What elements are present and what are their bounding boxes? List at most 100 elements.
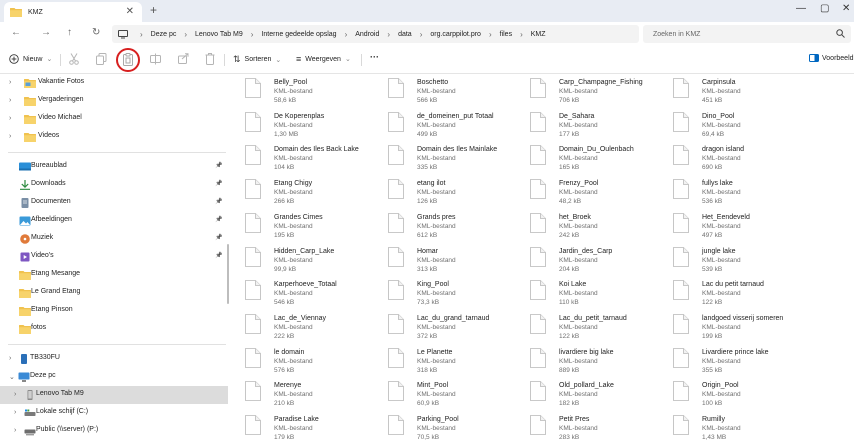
file-item[interactable]: Livardiere prince lake KML-bestand 355 kB [660,346,800,380]
file-item[interactable]: Karperhoeve_Totaal KML-bestand 546 kB [232,278,372,312]
breadcrumb-data[interactable]: data [398,31,412,38]
sidebar-item-videos[interactable]: › Videos [0,128,228,146]
maximize-icon[interactable]: ▢ [820,3,829,14]
file-item[interactable]: livardiere big lake KML-bestand 889 kB [517,346,657,380]
sidebar-item-vakantie-fotos[interactable]: › Vakantie Fotos [0,74,228,92]
preview-button[interactable]: Voorbeeld [809,54,854,62]
file-item[interactable]: le domain KML-bestand 576 kB [232,346,372,380]
sidebar-item-public-server-p[interactable]: › Public (\\server) (P:) [0,422,228,440]
scrollbar[interactable] [227,244,229,304]
sidebar-item-video-michael[interactable]: › Video Michael [0,110,228,128]
new-button[interactable]: Nieuw ⌄ [9,54,52,64]
pin-icon[interactable]: 📌 [215,252,222,259]
file-item[interactable]: Het_Eendeveld KML-bestand 497 kB [660,211,800,245]
file-item[interactable]: Domain_Du_Oulenbach KML-bestand 165 kB [517,143,657,177]
file-item[interactable]: Frenzy_Pool KML-bestand 48,2 kB [517,177,657,211]
file-item[interactable]: Homar KML-bestand 313 kB [375,245,515,279]
address-bar[interactable]: › Deze pc › Lenovo Tab M9 › Interne gede… [112,25,639,43]
file-item[interactable]: Jardin_des_Carp KML-bestand 204 kB [517,245,657,279]
chevron-right-icon[interactable]: › [9,355,11,362]
file-item[interactable]: Rumilly KML-bestand 1,43 MB [660,413,800,445]
sidebar-item-bureaublad[interactable]: Bureaublad 📌 [0,158,228,176]
file-item[interactable]: Grandes Cimes KML-bestand 195 kB [232,211,372,245]
breadcrumb-lenovo-tab[interactable]: Lenovo Tab M9 [195,31,243,38]
file-item[interactable]: fullys lake KML-bestand 536 kB [660,177,800,211]
breadcrumb-files[interactable]: files [500,31,512,38]
chevron-down-icon[interactable]: ⌄ [9,373,15,381]
sidebar-item-etang-pinson[interactable]: Etang Pinson [0,302,228,320]
file-item[interactable]: Lac_de_Viennay KML-bestand 222 kB [232,312,372,346]
file-item[interactable]: King_Pool KML-bestand 73,3 kB [375,278,515,312]
file-item[interactable]: Belly_Pool KML-bestand 58,6 kB [232,76,372,110]
file-item[interactable]: Petit Pres KML-bestand 283 kB [517,413,657,445]
sidebar-item-documenten[interactable]: Documenten 📌 [0,194,228,212]
cut-icon[interactable] [69,53,79,65]
sort-button[interactable]: ⇅ Sorteren ⌄ [233,54,281,65]
sidebar-item-fotos[interactable]: fotos [0,320,228,338]
forward-icon[interactable]: → [41,27,51,38]
close-icon[interactable]: ✕ [126,6,134,17]
file-item[interactable]: Hidden_Carp_Lake KML-bestand 99,9 kB [232,245,372,279]
file-item[interactable]: de_domeinen_put Totaal KML-bestand 499 kB [375,110,515,144]
pin-icon[interactable]: 📌 [215,162,222,169]
chevron-right-icon[interactable]: › [14,409,16,416]
file-item[interactable]: Grands pres KML-bestand 612 kB [375,211,515,245]
breadcrumb-interne-opslag[interactable]: Interne gedeelde opslag [261,31,336,38]
sidebar-item-deze-pc[interactable]: ⌄ Deze pc [0,368,228,386]
pin-icon[interactable]: 📌 [215,198,222,205]
file-item[interactable]: Etang Chigy KML-bestand 266 kB [232,177,372,211]
file-item[interactable]: Domain des Iles Mainlake KML-bestand 335 k… [375,143,515,177]
pin-icon[interactable]: 📌 [215,180,222,187]
new-tab-button[interactable]: + [150,3,157,17]
chevron-right-icon[interactable]: › [9,115,11,122]
file-item[interactable]: Merenye KML-bestand 210 kB [232,379,372,413]
chevron-right-icon[interactable]: › [9,133,11,140]
chevron-right-icon[interactable]: › [9,97,11,104]
copy-icon[interactable] [96,53,107,65]
file-item[interactable]: De Koperenplas KML-bestand 1,30 MB [232,110,372,144]
file-item[interactable]: Lac du petit tarnaud KML-bestand 122 kB [660,278,800,312]
chevron-right-icon[interactable]: › [14,427,16,434]
chevron-right-icon[interactable]: › [9,79,11,86]
file-item[interactable]: Lac_du_petit_tarnaud KML-bestand 122 kB [517,312,657,346]
sidebar-item-lenovo-tab-m9[interactable]: › Lenovo Tab M9 [0,386,228,404]
file-item[interactable]: Old_pollard_Lake KML-bestand 182 kB [517,379,657,413]
file-item[interactable]: Paradise Lake KML-bestand 179 kB [232,413,372,445]
file-item[interactable]: De_Sahara KML-bestand 177 kB [517,110,657,144]
file-item[interactable]: Mint_Pool KML-bestand 60,9 kB [375,379,515,413]
more-options-button[interactable]: ··· [370,52,379,62]
file-item[interactable]: Dino_Pool KML-bestand 69,4 kB [660,110,800,144]
file-item[interactable]: Koi Lake KML-bestand 110 kB [517,278,657,312]
view-button[interactable]: ≡ Weergeven ⌄ [296,54,351,64]
share-icon[interactable] [178,53,189,64]
close-window-icon[interactable]: ✕ [842,3,850,14]
file-item[interactable]: etang ilot KML-bestand 126 kB [375,177,515,211]
file-item[interactable]: Le Planette KML-bestand 318 kB [375,346,515,380]
breadcrumb-android[interactable]: Android [355,31,379,38]
file-item[interactable]: Carp_Champagne_Fishing KML-bestand 706 kB [517,76,657,110]
chevron-right-icon[interactable]: › [14,391,16,398]
file-item[interactable]: Lac_du_grand_tarnaud KML-bestand 372 kB [375,312,515,346]
rename-icon[interactable] [150,53,161,65]
delete-icon[interactable] [205,53,215,65]
search-input[interactable]: Zoeken in KMZ [643,25,851,43]
minimize-icon[interactable]: — [796,3,806,14]
file-item[interactable]: Parking_Pool KML-bestand 70,5 kB [375,413,515,445]
file-item[interactable]: Carpinsula KML-bestand 451 kB [660,76,800,110]
file-item[interactable]: Origin_Pool KML-bestand 100 kB [660,379,800,413]
breadcrumb-kmz[interactable]: KMZ [531,31,546,38]
tab-kmz[interactable]: KMZ ✕ [4,2,142,22]
sidebar-item-etang-mesange[interactable]: Etang Mesange [0,266,228,284]
sidebar-item-muziek[interactable]: Muziek 📌 [0,230,228,248]
file-item[interactable]: dragon island KML-bestand 690 kB [660,143,800,177]
file-item[interactable]: landgoed visserij someren KML-bestand 199 … [660,312,800,346]
pin-icon[interactable]: 📌 [215,216,222,223]
file-item[interactable]: Domain des Iles Back Lake KML-bestand 104 … [232,143,372,177]
sidebar-item-downloads[interactable]: Downloads 📌 [0,176,228,194]
sidebar-item-video-s[interactable]: Video's 📌 [0,248,228,266]
up-icon[interactable]: ↑ [67,27,72,38]
sidebar-item-lokale-schijf-c[interactable]: › Lokale schijf (C:) [0,404,228,422]
refresh-icon[interactable]: ↻ [92,27,100,38]
file-item[interactable]: het_Broek KML-bestand 242 kB [517,211,657,245]
sidebar-item-le-grand-etang[interactable]: Le Grand Etang [0,284,228,302]
